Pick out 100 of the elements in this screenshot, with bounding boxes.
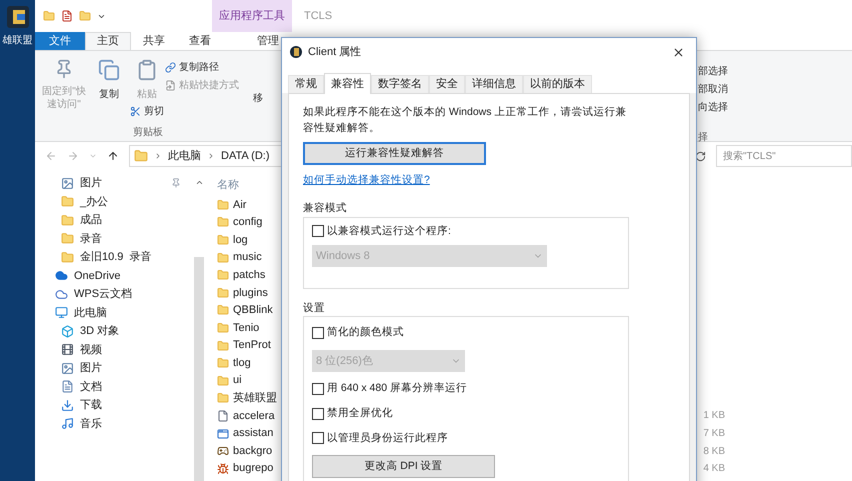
copy-path-button[interactable]: 复制路径 xyxy=(179,60,219,75)
checkbox[interactable] xyxy=(312,327,324,340)
file-name[interactable]: accelera xyxy=(233,408,275,424)
file-name[interactable]: plugins xyxy=(233,284,268,302)
nav-item[interactable]: 文档 xyxy=(80,378,102,395)
cut-button[interactable]: 剪切 xyxy=(144,104,164,119)
move-button[interactable]: 移 xyxy=(253,91,263,141)
cube-icon xyxy=(61,324,74,338)
breadcrumb[interactable]: DATA (D:) xyxy=(221,148,270,164)
file-name[interactable]: assistan xyxy=(233,425,274,442)
file-name[interactable]: patchs xyxy=(233,266,266,284)
checkbox[interactable] xyxy=(312,432,324,444)
properties-icon[interactable] xyxy=(61,10,73,22)
nav-item[interactable]: WPS云文档 xyxy=(74,286,132,302)
folder-icon xyxy=(217,357,229,370)
picture-icon xyxy=(61,176,74,190)
nav-item[interactable]: _办公 xyxy=(80,194,108,210)
file-name[interactable]: bugrepo xyxy=(233,460,274,477)
file-name[interactable]: TenProt xyxy=(233,337,271,354)
group-title: 设置 xyxy=(303,300,326,316)
nav-item[interactable]: 视频 xyxy=(80,342,102,358)
ribbon-tab[interactable]: 查看 xyxy=(177,32,223,50)
pin-icon xyxy=(171,178,181,188)
chevron-icon xyxy=(207,152,215,160)
ribbon-tab[interactable]: 共享 xyxy=(131,32,177,50)
app-shortcut-icon[interactable] xyxy=(4,4,30,30)
checkbox[interactable] xyxy=(312,408,324,420)
dialog-tab[interactable]: 详细信息 xyxy=(465,75,523,93)
nav-item[interactable]: 3D 对象 xyxy=(80,323,120,340)
file-name[interactable]: ui xyxy=(233,372,242,389)
copy-button[interactable]: 复制 xyxy=(99,87,119,102)
dialog-tab[interactable]: 安全 xyxy=(429,75,465,93)
dialog-tab[interactable]: 数字签名 xyxy=(371,75,429,93)
checkbox[interactable] xyxy=(312,225,324,238)
file-name[interactable]: config xyxy=(233,214,262,231)
checkbox-label[interactable]: 禁用全屏优化 xyxy=(327,406,393,422)
dialog-tab[interactable]: 常规 xyxy=(288,75,324,93)
cloud-outline-icon xyxy=(55,288,68,301)
file-name[interactable]: log xyxy=(233,232,248,248)
file-name[interactable]: QBBlink xyxy=(233,302,273,319)
folder-icon xyxy=(217,252,229,264)
select-option[interactable]: 向选择 xyxy=(698,100,852,115)
select-option[interactable]: 部取消 xyxy=(698,82,852,97)
monitor-icon xyxy=(55,306,68,320)
folder-icon xyxy=(134,149,148,163)
picture-icon xyxy=(61,362,74,375)
folder-icon xyxy=(217,286,229,299)
copy-icon xyxy=(98,59,120,81)
dialog-tab[interactable]: 以前的版本 xyxy=(523,75,592,93)
ribbon-tab[interactable]: 文件 xyxy=(35,32,85,50)
cloud-icon xyxy=(55,269,68,282)
group-label: 择 xyxy=(698,131,709,145)
scrollbar-thumb[interactable] xyxy=(194,257,204,481)
path-icon xyxy=(165,62,176,73)
file-name[interactable]: music xyxy=(233,249,262,266)
nav-item[interactable]: 下载 xyxy=(80,397,102,414)
checkbox[interactable] xyxy=(312,382,324,395)
file-size: 8 KB xyxy=(703,444,725,459)
select-option[interactable]: 部选择 xyxy=(698,64,852,79)
folder-icon xyxy=(217,392,229,404)
nav-item[interactable]: 此电脑 xyxy=(74,304,107,321)
bug-icon xyxy=(217,462,229,475)
file-size: 1 KB xyxy=(703,409,725,424)
ribbon-tab[interactable]: 管理 xyxy=(245,32,291,50)
shortcut-icon xyxy=(165,80,176,91)
app-icon xyxy=(290,46,302,58)
file-name[interactable]: Tenio xyxy=(233,320,260,336)
troubleshoot-button[interactable]: 运行兼容性疑难解答 xyxy=(303,142,486,165)
checkbox-label[interactable]: 用 640 x 480 屏幕分辨率运行 xyxy=(327,381,467,397)
checkbox-label[interactable]: 以管理员身份运行此程序 xyxy=(327,430,448,446)
nav-item[interactable]: OneDrive xyxy=(74,268,120,284)
file-name[interactable]: tlog xyxy=(233,354,251,372)
dialog-tab[interactable]: 兼容性 xyxy=(324,73,371,94)
checkbox-label[interactable]: 简化的颜色模式 xyxy=(327,325,404,341)
file-name[interactable]: 英雄联盟 xyxy=(233,390,277,407)
shortcut-label: 雄联盟 xyxy=(2,34,32,48)
ribbon-tab[interactable]: 主页 xyxy=(85,32,131,50)
nav-item[interactable]: 金旧10.9 录音 xyxy=(80,249,152,266)
refresh-icon[interactable] xyxy=(695,150,706,162)
file-name[interactable]: backgro xyxy=(233,442,272,460)
window-title: TCLS xyxy=(304,8,332,24)
window-icon xyxy=(217,428,229,440)
nav-item[interactable]: 图片 xyxy=(80,360,102,376)
file-size: 7 KB xyxy=(703,427,725,442)
help-link[interactable]: 如何手动选择兼容性设置? xyxy=(303,173,430,189)
checkbox-label[interactable]: 以兼容模式运行这个程序: xyxy=(327,224,451,240)
scissors-icon xyxy=(130,106,141,117)
up-icon[interactable] xyxy=(107,150,119,162)
search-field[interactable]: 搜索"TCLS" xyxy=(716,145,852,167)
folder-icon xyxy=(61,232,74,246)
nav-item[interactable]: 音乐 xyxy=(80,416,102,432)
nav-item[interactable]: 图片 xyxy=(80,175,102,192)
breadcrumb[interactable]: 此电脑 xyxy=(168,148,201,164)
file-name[interactable]: Air xyxy=(233,196,246,214)
dpi-settings-button[interactable]: 更改高 DPI 设置 xyxy=(312,455,495,478)
scroll-up-icon[interactable] xyxy=(194,178,204,187)
document-icon xyxy=(61,380,74,394)
nav-item[interactable]: 成品 xyxy=(80,212,102,228)
nav-item[interactable]: 录音 xyxy=(80,230,102,247)
dialog-title: Client 属性 xyxy=(308,44,362,60)
